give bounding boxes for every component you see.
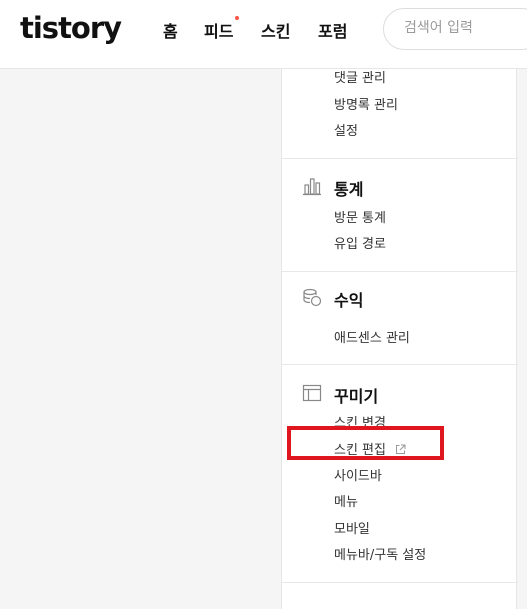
tistory-logo[interactable]: tistory <box>20 11 122 45</box>
menu-comment-manage[interactable]: 댓글 관리 <box>334 67 386 86</box>
section-title-stats: 통계 <box>334 180 364 199</box>
menu-visit-stats[interactable]: 방문 통계 <box>334 207 386 226</box>
nav-skin[interactable]: 스킨 <box>261 18 290 42</box>
menu-mobile[interactable]: 모바일 <box>334 518 370 537</box>
layout-icon <box>302 384 322 402</box>
menu-skin-edit[interactable]: 스킨 편집 <box>334 439 406 458</box>
nav-forum[interactable]: 포럼 <box>318 18 347 42</box>
bar-chart-icon <box>303 178 321 196</box>
search-box[interactable] <box>383 8 527 50</box>
section-divider <box>282 271 518 272</box>
menu-menu[interactable]: 메뉴 <box>334 491 358 510</box>
menu-skin-edit-label: 스킨 편집 <box>334 443 386 458</box>
top-header: tistory 홈 피드 스킨 포럼 <box>0 0 527 69</box>
coins-icon <box>303 288 322 307</box>
section-divider <box>282 364 518 365</box>
menu-skin-change[interactable]: 스킨 변경 <box>334 412 386 431</box>
menu-adsense-manage[interactable]: 애드센스 관리 <box>334 327 410 346</box>
menu-referrer[interactable]: 유입 경로 <box>334 233 386 252</box>
section-divider <box>282 582 518 583</box>
section-divider <box>282 158 518 159</box>
menu-guestbook-manage[interactable]: 방명록 관리 <box>334 94 398 113</box>
search-input[interactable] <box>404 20 527 36</box>
external-link-icon <box>396 444 406 454</box>
nav-feed-label: 피드 <box>204 22 234 41</box>
menu-settings[interactable]: 설정 <box>334 120 358 139</box>
menu-menubar-subscribe[interactable]: 메뉴바/구독 설정 <box>334 544 426 563</box>
menu-sidebar[interactable]: 사이드바 <box>334 465 382 484</box>
new-indicator-dot <box>235 16 240 20</box>
nav-home[interactable]: 홈 <box>163 18 178 42</box>
section-title-revenue: 수익 <box>334 291 364 310</box>
right-gutter <box>517 69 527 599</box>
nav-feed[interactable]: 피드 <box>204 16 240 42</box>
section-title-decorate: 꾸미기 <box>334 387 379 406</box>
admin-sidebar: 댓글 관리 방명록 관리 설정 통계 방문 통계 유입 경로 수익 애드센스 관… <box>281 67 518 609</box>
